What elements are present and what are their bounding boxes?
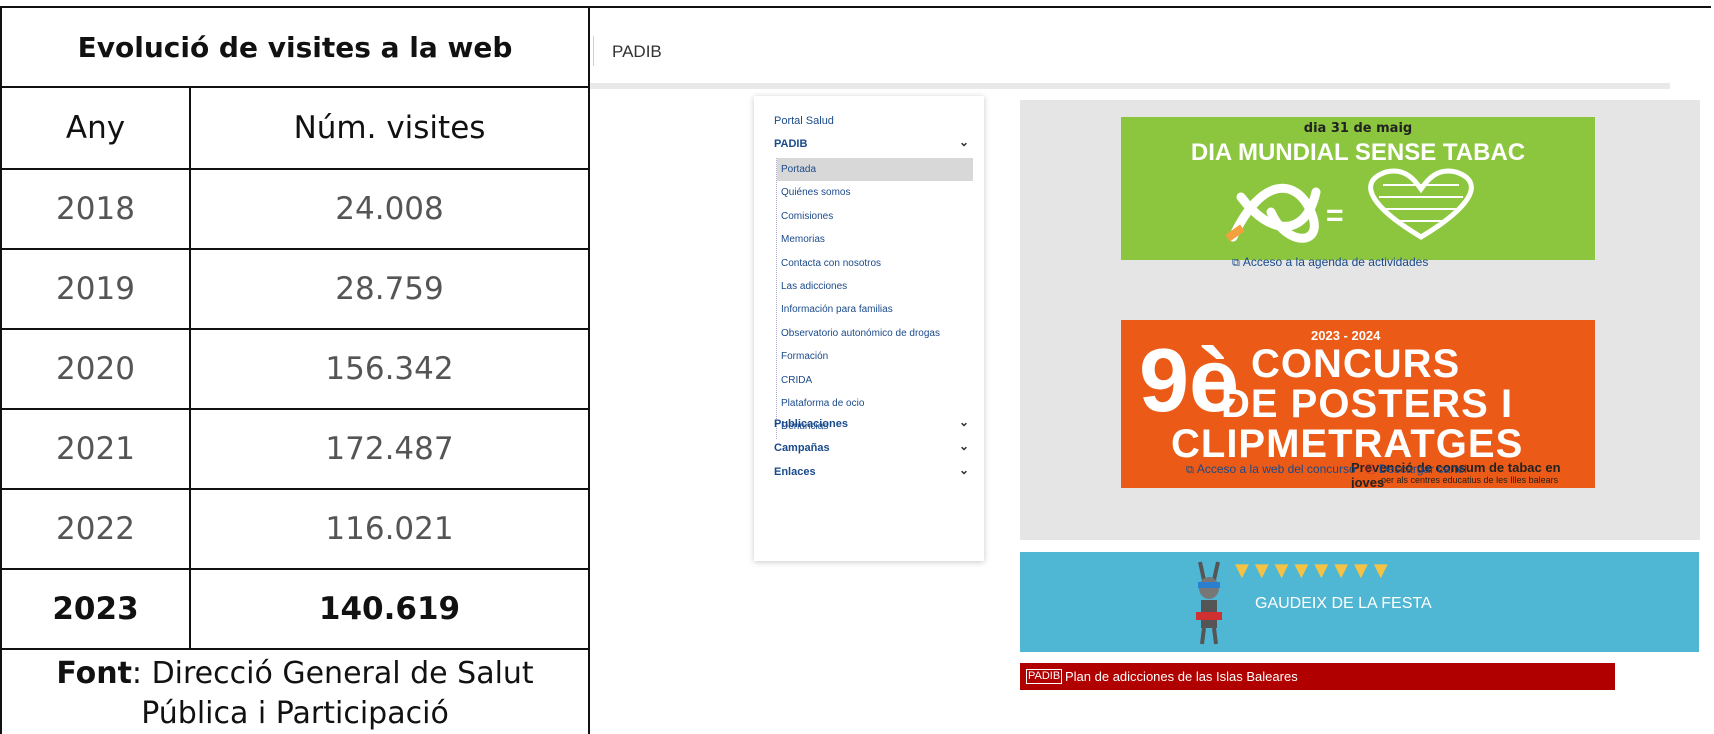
- sidebar-item-memorias[interactable]: Memorias: [777, 228, 973, 251]
- sidebar-section-label: Enlaces: [774, 466, 816, 478]
- table-row: 2020 156.342: [0, 328, 591, 410]
- table-row: 2023 140.619: [0, 568, 591, 650]
- main-content-panel: dia 31 de maig DIA MUNDIAL SENSE TABAC =…: [1020, 100, 1700, 540]
- sidebar-sublist: Portada Quiénes somos Comisiones Memoria…: [776, 158, 973, 439]
- year-cell: 2018: [0, 168, 191, 250]
- website-screenshot: PADIB Portal Salud PADIB ⌄ Portada Quién…: [590, 8, 1711, 725]
- sidebar-item-adicciones[interactable]: Las adicciones: [777, 275, 973, 298]
- footer-bar-title: Plan de adicciones de las Islas Baleares: [1065, 669, 1298, 684]
- contest-line-2: DE POSTERS I: [1221, 382, 1514, 426]
- sidebar-section-label: Campañas: [774, 442, 830, 454]
- link-agenda-label: Acceso a la agenda de actividades: [1242, 255, 1429, 269]
- year-cell: 2022: [0, 488, 191, 570]
- link-download-poster[interactable]: ⎘ Descargar cartel: [1366, 462, 1467, 477]
- sidebar-section-enlaces[interactable]: Enlaces ⌄: [774, 463, 969, 478]
- site-header: PADIB: [590, 8, 1670, 89]
- table-row: 2019 28.759: [0, 248, 591, 330]
- cigarette-heart-icon: =: [1225, 168, 1474, 243]
- sidebar-item-comisiones[interactable]: Comisiones: [777, 205, 973, 228]
- sidebar-item-familias[interactable]: Información para familias: [777, 298, 973, 321]
- sidebar-section-label: PADIB: [774, 138, 808, 150]
- year-cell: 2023: [0, 568, 191, 650]
- sidebar-link-portal[interactable]: Portal Salud: [774, 115, 834, 127]
- world-no-tobacco-day-banner[interactable]: dia 31 de maig DIA MUNDIAL SENSE TABAC =: [1121, 117, 1595, 260]
- site-title[interactable]: PADIB: [612, 42, 662, 62]
- chevron-down-icon: ⌄: [958, 135, 969, 149]
- external-link-icon: ⧉: [1186, 464, 1194, 476]
- sidebar-section-publicaciones[interactable]: Publicaciones ⌄: [774, 415, 969, 430]
- enjoy-party-banner[interactable]: ▼▼▼▼▼▼▼▼ GAUDEIX DE LA FESTA: [1020, 552, 1699, 652]
- year-cell: 2020: [0, 328, 191, 410]
- chevron-down-icon: ⌄: [958, 439, 969, 453]
- contest-years: 2023 - 2024: [1311, 328, 1381, 343]
- visits-cell: 28.759: [188, 248, 591, 330]
- table-row: 2021 172.487: [0, 408, 591, 490]
- sidebar-section-padib[interactable]: PADIB ⌄: [774, 135, 969, 150]
- footer-bar[interactable]: PADIB Plan de adicciones de las Islas Ba…: [1020, 663, 1615, 690]
- donkey-mascot-icon: [1196, 561, 1222, 645]
- sidebar-item-plataforma-ocio[interactable]: Plataforma de ocio: [777, 392, 973, 415]
- header-divider: [593, 36, 594, 66]
- chevron-down-icon: ⌄: [958, 463, 969, 477]
- source-note: Font: Direcció General de Salut Pública …: [0, 648, 591, 734]
- table-row: 2018 24.008: [0, 168, 591, 250]
- sidebar-item-contacta[interactable]: Contacta con nosotros: [777, 252, 973, 275]
- source-text: : Direcció General de Salut Pública i Pa…: [131, 656, 534, 731]
- pdf-icon: ⎘: [1366, 464, 1375, 476]
- sidebar-section-campanas[interactable]: Campañas ⌄: [774, 439, 969, 454]
- bunting-icon: ▼▼▼▼▼▼▼▼: [1235, 560, 1394, 581]
- column-header-visits: Núm. visites: [188, 86, 591, 170]
- visits-table: Evolució de visites a la web Any Núm. vi…: [0, 6, 591, 734]
- visits-cell: 172.487: [188, 408, 591, 490]
- sidebar-item-portada[interactable]: Portada: [777, 158, 973, 182]
- link-contest-web-label: Acceso a la web del concurso: [1196, 462, 1356, 476]
- sidebar-nav: Portal Salud PADIB ⌄ Portada Quiénes som…: [754, 96, 984, 561]
- column-header-year: Any: [0, 86, 191, 170]
- sidebar-item-crida[interactable]: CRIDA: [777, 369, 973, 392]
- sidebar-item-observatorio[interactable]: Observatorio autonómico de drogas: [777, 322, 973, 345]
- link-contest-web[interactable]: ⧉ Acceso a la web del concurso: [1186, 462, 1356, 477]
- contest-line-1: CONCURS: [1251, 342, 1461, 386]
- table-title: Evolució de visites a la web: [0, 6, 591, 88]
- banner-party-text: GAUDEIX DE LA FESTA: [1255, 595, 1432, 612]
- visits-cell: 24.008: [188, 168, 591, 250]
- svg-text:=: =: [1326, 199, 1344, 232]
- chevron-down-icon: ⌄: [958, 415, 969, 429]
- padib-logo: PADIB: [1026, 669, 1063, 684]
- source-label: Font: [56, 656, 132, 691]
- visits-cell: 140.619: [188, 568, 591, 650]
- sidebar-section-label: Publicaciones: [774, 418, 848, 430]
- visits-cell: 116.021: [188, 488, 591, 570]
- sidebar-item-formacion[interactable]: Formación: [777, 345, 973, 368]
- link-agenda[interactable]: ⧉ Acceso a la agenda de actividades: [1232, 255, 1428, 270]
- table-row: 2022 116.021: [0, 488, 591, 570]
- sidebar-item-quienes-somos[interactable]: Quiénes somos: [777, 181, 973, 204]
- year-cell: 2021: [0, 408, 191, 490]
- visits-cell: 156.342: [188, 328, 591, 410]
- year-cell: 2019: [0, 248, 191, 330]
- external-link-icon: ⧉: [1232, 257, 1240, 269]
- link-download-poster-label: Descargar cartel: [1378, 462, 1467, 476]
